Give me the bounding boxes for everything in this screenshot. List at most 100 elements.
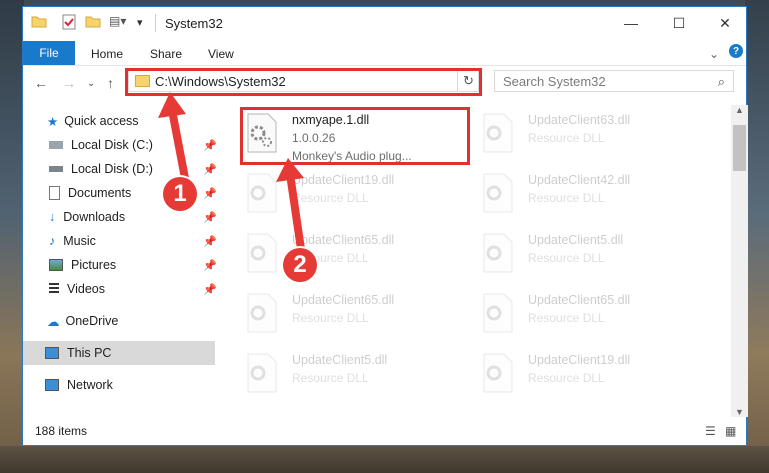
dll-file-icon	[482, 293, 514, 333]
window-title: System32	[165, 16, 223, 31]
large-icons-view-icon[interactable]: ▦	[725, 424, 736, 438]
sidebar-item-label: Music	[63, 234, 96, 248]
sidebar-item-network[interactable]: Network	[45, 373, 113, 397]
file-name: UpdateClient42.dll	[528, 173, 631, 187]
file-type: Resource DLL	[292, 311, 369, 325]
sidebar-item-label: This PC	[67, 346, 112, 360]
file-item[interactable]: UpdateClient65.dll Resource DLL	[478, 289, 708, 341]
file-name: UpdateClient63.dll	[528, 113, 631, 127]
file-type: Resource DLL	[528, 191, 605, 205]
sidebar-item-this-pc[interactable]: This PC	[23, 341, 215, 365]
file-type: Resource DLL	[528, 131, 605, 145]
file-item[interactable]: UpdateClient63.dll Resource DLL	[478, 109, 708, 161]
forward-arrow-icon[interactable]: →	[62, 75, 76, 91]
maximize-button[interactable]: ☐	[656, 7, 702, 39]
tab-share[interactable]: Share	[150, 47, 182, 61]
vertical-scrollbar[interactable]: ▲ ▼	[731, 105, 748, 417]
file-name: UpdateClient5.dll	[528, 233, 624, 247]
pictures-icon	[49, 259, 63, 271]
details-view-icon[interactable]: ☰	[705, 424, 716, 438]
pin-icon: 📌	[203, 211, 217, 224]
file-item[interactable]: UpdateClient42.dll Resource DLL	[478, 169, 708, 221]
music-note-icon: ♪	[49, 234, 56, 248]
customize-toolbar-icon[interactable]: ▤▾	[109, 14, 135, 32]
dll-file-icon	[246, 293, 278, 333]
file-item[interactable]: UpdateClient5.dll Resource DLL	[478, 229, 708, 281]
help-icon[interactable]: ?	[729, 44, 743, 58]
title-bar: ▤▾ ▾ System32 — ☐ ✕	[23, 7, 746, 39]
file-item[interactable]: UpdateClient5.dll Resource DLL	[242, 349, 472, 401]
documents-icon	[49, 186, 60, 200]
star-icon: ★	[47, 114, 59, 129]
separator	[155, 14, 156, 32]
sidebar-item-quick-access[interactable]: ★ Quick access	[47, 109, 139, 133]
download-arrow-icon: ↓	[49, 210, 56, 224]
dll-file-icon	[482, 173, 514, 213]
sidebar-item-label: Pictures	[71, 258, 117, 272]
file-explorer-window: ▤▾ ▾ System32 — ☐ ✕ File Home Share View…	[22, 6, 748, 446]
properties-icon[interactable]	[61, 14, 77, 32]
network-icon	[45, 379, 59, 391]
file-name: UpdateClient65.dll	[292, 293, 395, 307]
tab-view[interactable]: View	[208, 47, 234, 61]
pin-icon: 📌	[203, 235, 217, 248]
file-type: Resource DLL	[528, 311, 605, 325]
recent-locations-icon[interactable]: ⌄	[87, 78, 95, 89]
search-box[interactable]: Search System32 ⌕	[494, 70, 734, 92]
file-type: Resource DLL	[528, 371, 605, 385]
file-type: Resource DLL	[528, 251, 605, 265]
dll-file-icon	[482, 113, 514, 153]
sidebar-item-videos[interactable]: Videos 📌	[49, 277, 234, 301]
computer-icon	[45, 347, 59, 359]
sidebar-item-downloads[interactable]: ↓ Downloads 📌	[49, 205, 234, 229]
sidebar-item-label: Quick access	[64, 114, 139, 128]
cloud-icon: ☁	[47, 314, 60, 329]
minimize-button[interactable]: —	[608, 7, 654, 39]
sidebar-item-label: Videos	[67, 282, 105, 296]
sidebar-item-label: OneDrive	[65, 314, 119, 328]
search-input[interactable]: Search System32	[503, 74, 606, 89]
file-name: UpdateClient65.dll	[528, 293, 631, 307]
search-icon: ⌕	[717, 74, 725, 89]
desktop-background-left	[0, 0, 24, 473]
pin-icon: 📌	[203, 283, 217, 296]
item-count: 188 items	[35, 424, 88, 438]
sidebar-item-label: Documents	[68, 186, 132, 200]
dropdown-icon[interactable]: ▾	[137, 16, 147, 34]
drive-icon	[49, 141, 63, 149]
scroll-up-icon[interactable]: ▲	[735, 105, 744, 115]
new-folder-icon[interactable]	[85, 14, 101, 32]
dll-file-icon	[482, 353, 514, 393]
videos-icon	[49, 283, 59, 295]
dll-file-icon	[482, 233, 514, 273]
tab-file[interactable]: File	[23, 41, 75, 65]
file-name: UpdateClient19.dll	[528, 353, 631, 367]
navigation-bar: ← → ⌄ ↑ C:\Windows\System32 ↻ Search Sys…	[23, 65, 746, 99]
scrollbar-thumb[interactable]	[733, 125, 746, 171]
sidebar-item-music[interactable]: ♪ Music 📌	[49, 229, 234, 253]
desktop-background-bottom	[0, 446, 769, 473]
callout-badge-two: 2	[283, 248, 317, 282]
callout-badge-one: 1	[163, 177, 197, 211]
close-button[interactable]: ✕	[702, 7, 748, 39]
scroll-down-icon[interactable]: ▼	[735, 407, 744, 417]
status-bar: 188 items ☰ ▦	[23, 417, 746, 445]
sidebar-item-onedrive[interactable]: ☁ OneDrive	[47, 309, 118, 333]
ribbon-tabs: File Home Share View ⌄ ?	[23, 39, 746, 66]
expand-ribbon-icon[interactable]: ⌄	[709, 47, 719, 61]
drive-icon	[49, 166, 63, 172]
sidebar-item-pictures[interactable]: Pictures 📌	[49, 253, 234, 277]
pin-icon: 📌	[203, 259, 217, 272]
up-arrow-icon[interactable]: ↑	[107, 75, 114, 91]
sidebar-item-label: Local Disk (C:)	[71, 138, 153, 152]
file-item[interactable]: UpdateClient19.dll Resource DLL	[478, 349, 708, 401]
file-item[interactable]: UpdateClient65.dll Resource DLL	[242, 289, 472, 341]
desktop-background-right	[745, 0, 769, 473]
sidebar-item-label: Downloads	[63, 210, 126, 224]
back-arrow-icon[interactable]: ←	[34, 75, 48, 91]
file-name: UpdateClient5.dll	[292, 353, 388, 367]
dll-file-icon	[246, 353, 278, 393]
folder-icon	[31, 14, 47, 32]
tab-home[interactable]: Home	[91, 47, 123, 61]
sidebar-item-label: Local Disk (D:)	[71, 162, 153, 176]
